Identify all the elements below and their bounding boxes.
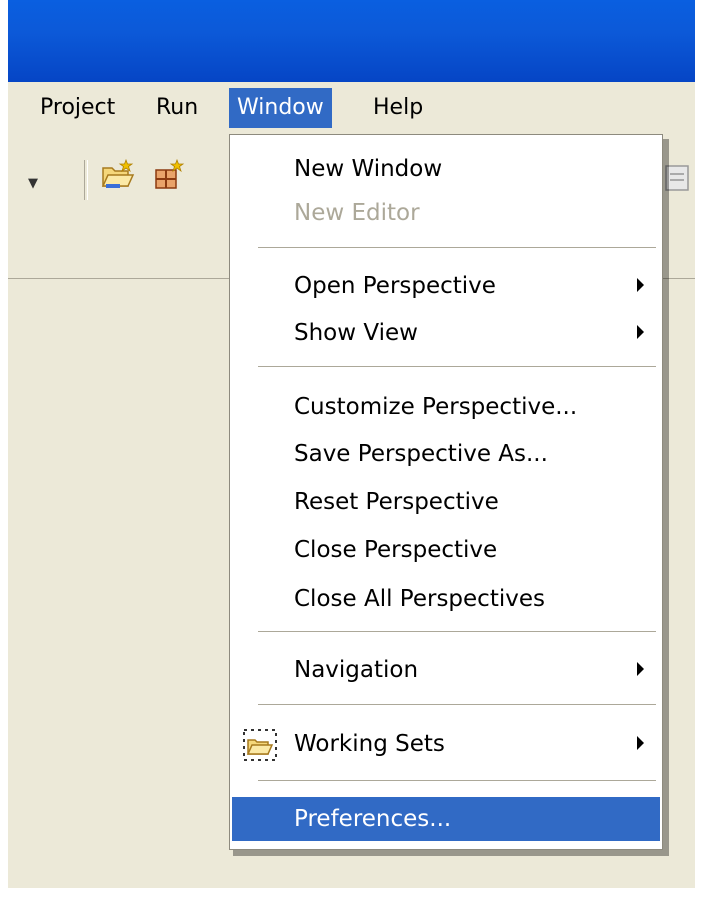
menu-item-navigation[interactable]: Navigation [232, 648, 660, 692]
menu-item-open-perspective[interactable]: Open Perspective [232, 264, 660, 308]
menu-separator [258, 631, 656, 632]
menu-item-label: Preferences... [294, 806, 452, 832]
window-menu-dropdown: New Window New Editor Open Perspective S… [229, 134, 663, 850]
submenu-arrow-icon [637, 736, 644, 750]
screenshot-frame-right [695, 0, 703, 915]
working-sets-icon [242, 728, 278, 762]
menu-separator [258, 780, 656, 781]
menu-item-label: Navigation [294, 657, 419, 683]
menu-separator [258, 247, 656, 248]
menu-item-show-view[interactable]: Show View [232, 311, 660, 355]
window-title-bar[interactable] [8, 0, 695, 82]
menu-separator [258, 704, 656, 705]
menu-item-label: Reset Perspective [294, 489, 499, 515]
menu-item-save-perspective-as[interactable]: Save Perspective As... [232, 432, 660, 476]
menu-item-new-editor: New Editor [232, 191, 660, 235]
menu-item-close-all-perspectives[interactable]: Close All Perspectives [232, 577, 660, 621]
menu-item-new-window[interactable]: New Window [232, 147, 660, 191]
menu-item-customize-perspective[interactable]: Customize Perspective... [232, 385, 660, 429]
menu-item-label: New Window [294, 156, 443, 182]
menu-item-label: Show View [294, 320, 418, 346]
menu-separator [258, 366, 656, 367]
menu-item-label: Working Sets [294, 731, 445, 757]
menu-item-close-perspective[interactable]: Close Perspective [232, 528, 660, 572]
menu-window[interactable]: Window [229, 88, 332, 128]
submenu-arrow-icon [637, 278, 644, 292]
screenshot-frame-left [0, 0, 8, 915]
menu-item-label: Customize Perspective... [294, 394, 578, 420]
toolbar-separator [84, 160, 88, 200]
submenu-arrow-icon [637, 662, 644, 676]
new-project-icon[interactable] [100, 158, 136, 194]
menu-item-label: New Editor [294, 200, 420, 226]
toolbar-dropdown-arrow-icon[interactable]: ▼ [28, 176, 38, 191]
menu-item-reset-perspective[interactable]: Reset Perspective [232, 480, 660, 524]
screenshot-frame-bottom [0, 888, 703, 915]
menu-item-preferences[interactable]: Preferences... [232, 797, 660, 841]
menu-item-label: Close Perspective [294, 537, 498, 563]
new-package-icon[interactable] [150, 158, 186, 194]
menu-item-label: Close All Perspectives [294, 586, 545, 612]
menu-item-label: Open Perspective [294, 273, 496, 299]
menu-bar: Project Run Window Help [8, 82, 695, 134]
menu-run[interactable]: Run [148, 88, 206, 128]
submenu-arrow-icon [637, 325, 644, 339]
menu-item-label: Save Perspective As... [294, 441, 548, 467]
menu-project[interactable]: Project [32, 88, 123, 128]
menu-item-working-sets[interactable]: Working Sets [232, 722, 660, 766]
menu-help[interactable]: Help [365, 88, 431, 128]
